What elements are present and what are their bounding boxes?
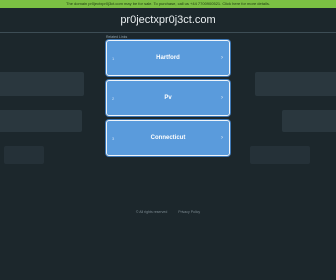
sale-notice-banner[interactable]: The domain pr0jectxpr0j3ct.com may be fo… [0,0,336,8]
background-tile [250,146,310,164]
background-tile [4,146,44,164]
footer: © All rights reserved Privacy Policy [0,210,336,214]
privacy-policy-link[interactable]: Privacy Policy [178,210,200,214]
domain-title: pr0jectxpr0j3ct.com [120,14,216,26]
chevron-right-icon: › [221,55,223,61]
result-label: Hartford [156,55,180,61]
copyright-text: © All rights reserved [135,210,168,214]
result-label: Pv [164,95,172,101]
result-link-hartford[interactable]: 1 Hartford › [106,40,230,76]
background-tile [282,110,336,132]
result-link-connecticut[interactable]: 3 Connecticut › [106,120,230,156]
background-tile [0,72,84,96]
related-links-label: Related Links [106,35,128,39]
background-tile [0,110,82,132]
chevron-right-icon: › [221,95,223,101]
header-divider [0,32,336,33]
chevron-right-icon: › [221,135,223,141]
result-label: Connecticut [150,135,186,141]
background-tile [255,72,336,96]
result-link-pv[interactable]: 2 Pv › [106,80,230,116]
